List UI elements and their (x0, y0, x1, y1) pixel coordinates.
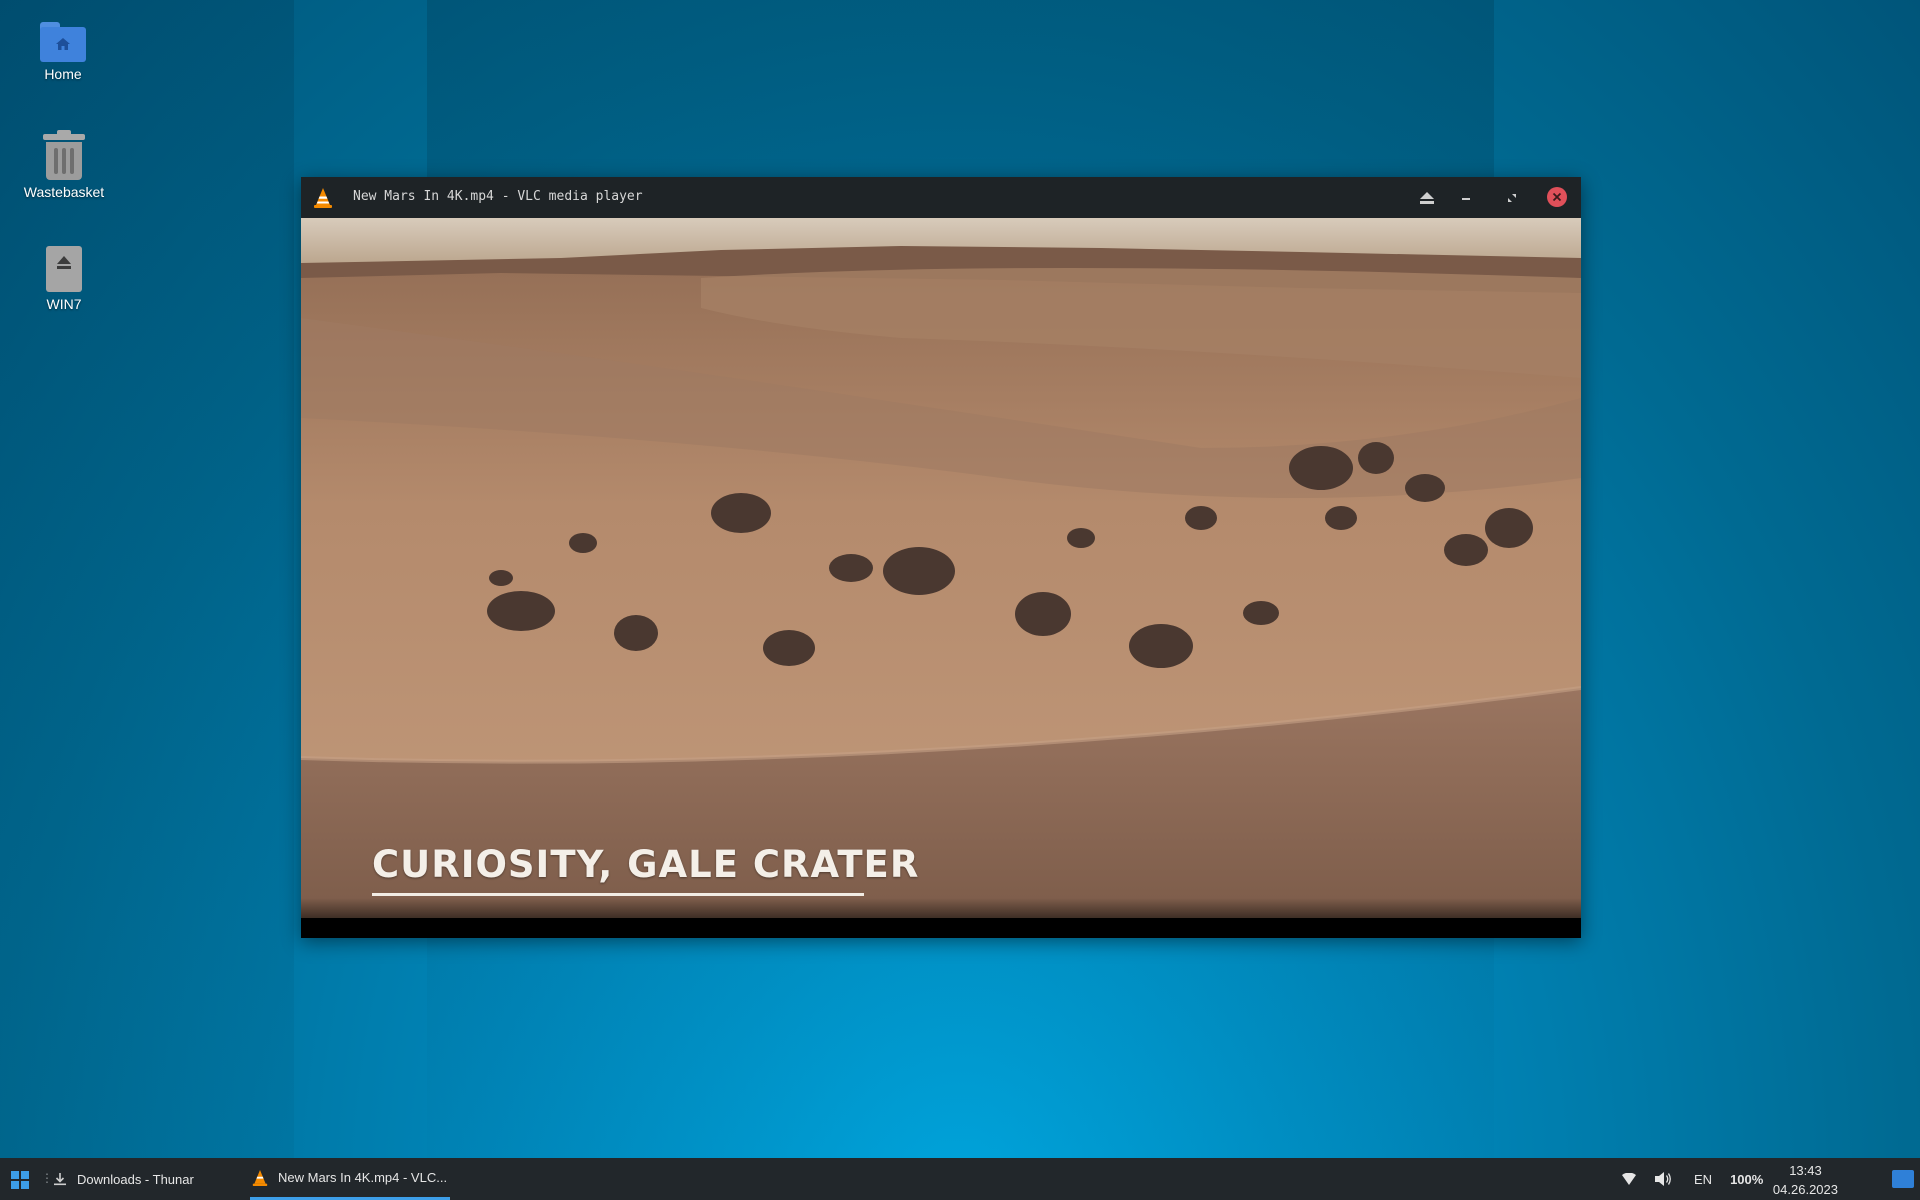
taskbar-item-label: New Mars In 4K.mp4 - VLC... (278, 1170, 448, 1185)
wifi-icon[interactable] (1622, 1173, 1636, 1185)
start-menu-icon[interactable] (10, 1170, 30, 1190)
desktop-icon-label: WIN7 (46, 296, 82, 312)
window-titlebar[interactable]: New Mars In 4K.mp4 - VLC media player (301, 177, 1581, 218)
vlc-cone-icon (252, 1169, 268, 1186)
show-desktop-button[interactable] (1892, 1170, 1914, 1188)
minimize-button[interactable] (1453, 185, 1479, 211)
desktop-icon-label: Wastebasket (23, 184, 105, 200)
system-tray: EN 100% (1622, 1158, 1763, 1200)
close-button[interactable] (1547, 187, 1567, 207)
trash-icon (43, 130, 85, 180)
taskbar: ⋮ Downloads - Thunar New Mars In 4K.mp4 … (0, 1158, 1920, 1200)
clock[interactable]: 13:43 04.26.2023 (1773, 1161, 1838, 1199)
desktop-icon-home[interactable]: Home (8, 22, 118, 82)
taskbar-separator-handle: ⋮ (41, 1171, 53, 1185)
taskbar-item-thunar[interactable]: Downloads - Thunar (53, 1158, 243, 1200)
window-title: New Mars In 4K.mp4 - VLC media player (353, 189, 643, 204)
home-folder-icon (40, 22, 86, 62)
battery-percentage[interactable]: 100% (1730, 1172, 1763, 1187)
taskbar-item-label: Downloads - Thunar (77, 1171, 194, 1187)
clock-time: 13:43 (1789, 1163, 1822, 1178)
keyboard-layout-indicator[interactable]: EN (1694, 1172, 1712, 1187)
desktop-icon-label: Home (44, 66, 82, 82)
caption-underline (372, 893, 864, 896)
maximize-icon (1508, 194, 1516, 202)
eject-icon (1420, 192, 1434, 204)
desktop-icon-wastebasket[interactable]: Wastebasket (9, 130, 119, 200)
close-icon (1552, 192, 1562, 202)
maximize-button[interactable] (1499, 185, 1525, 211)
video-caption: CURIOSITY, GALE CRATER (372, 843, 920, 886)
mars-landscape-image (301, 218, 1581, 938)
removable-drive-icon (46, 246, 82, 292)
vlc-cone-icon (314, 188, 332, 208)
vlc-window: New Mars In 4K.mp4 - VLC media player CU… (301, 177, 1581, 938)
taskbar-item-vlc[interactable]: New Mars In 4K.mp4 - VLC... (250, 1158, 450, 1200)
desktop-icon-win7[interactable]: WIN7 (9, 246, 119, 312)
download-icon (54, 1173, 66, 1186)
minimize-icon (1462, 198, 1470, 200)
eject-button[interactable] (1414, 185, 1440, 211)
volume-icon[interactable] (1654, 1171, 1672, 1187)
clock-date: 04.26.2023 (1772, 1182, 1838, 1197)
video-canvas[interactable]: CURIOSITY, GALE CRATER (301, 218, 1581, 938)
